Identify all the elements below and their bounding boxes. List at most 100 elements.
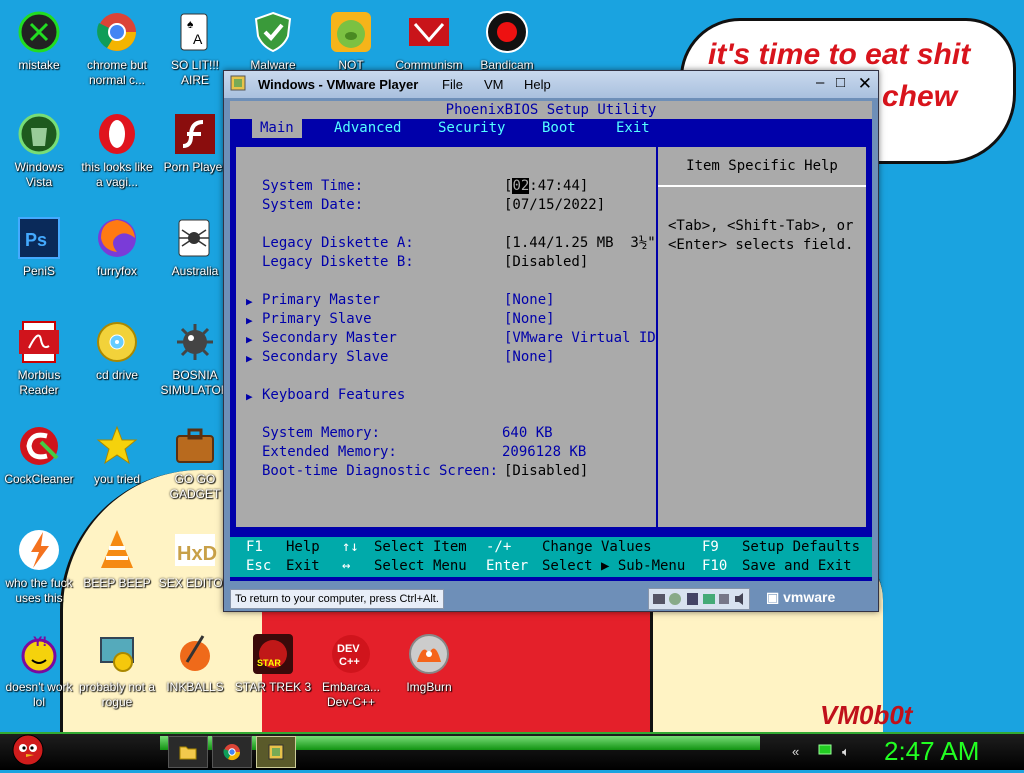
device-icons[interactable] bbox=[648, 588, 750, 610]
time-cursor[interactable]: 02 bbox=[512, 178, 530, 194]
legacy-diskette-a-value[interactable]: [1.44/1.25 MB 3½"] bbox=[504, 234, 664, 253]
vm-guest-screen[interactable]: PhoenixBIOS Setup Utility Main Advanced … bbox=[230, 101, 872, 581]
vmware-player-window[interactable]: Windows - VMware Player File VM Help – □… bbox=[223, 70, 879, 612]
boot-diagnostic-value[interactable]: [Disabled] bbox=[504, 462, 588, 481]
desktop-icon[interactable]: INKBALLS bbox=[156, 632, 234, 695]
desktop-icon[interactable]: this looks like a vagi... bbox=[78, 112, 156, 190]
desktop-icon[interactable]: Windows Vista bbox=[0, 112, 78, 190]
vmware-app-icon[interactable] bbox=[230, 75, 246, 94]
network-icon bbox=[703, 594, 715, 604]
desktop-icon[interactable]: cd drive bbox=[78, 320, 156, 383]
desktop-icon[interactable]: Ps PeniS bbox=[0, 216, 78, 279]
recycle-bin-icon bbox=[17, 112, 61, 156]
firefox-icon bbox=[95, 216, 139, 260]
legacy-diskette-b-value[interactable]: [Disabled] bbox=[504, 253, 588, 272]
vm-titlebar[interactable]: Windows - VMware Player File VM Help – □… bbox=[224, 71, 878, 98]
desktop-icon[interactable]: Communism bbox=[390, 10, 468, 73]
angry-bird-icon bbox=[12, 734, 44, 766]
legacy-diskette-a-label[interactable]: Legacy Diskette A: bbox=[262, 234, 414, 253]
taskbar-clock[interactable]: 2:47 AM bbox=[884, 736, 979, 767]
start-button[interactable] bbox=[8, 728, 48, 768]
desktop-icon[interactable]: Malware bbox=[234, 10, 312, 73]
key-leftright-desc: Select Menu bbox=[374, 558, 467, 574]
shield-icon bbox=[251, 10, 295, 54]
taskbar-chrome[interactable] bbox=[212, 736, 252, 768]
desktop-icon[interactable]: Bandicam bbox=[468, 10, 546, 73]
desktop-icon[interactable]: Y! doesn't work lol bbox=[0, 632, 78, 710]
key-updown-desc: Select Item bbox=[374, 539, 467, 555]
system-time-value[interactable]: [02:47:44] bbox=[504, 177, 588, 196]
desktop-icon[interactable]: CockCleaner bbox=[0, 424, 78, 487]
secondary-slave-value[interactable]: [None] bbox=[504, 348, 555, 367]
vm-status-bar: To return to your computer, press Ctrl+A… bbox=[228, 587, 874, 610]
sound-icon bbox=[735, 593, 743, 605]
cd-icon bbox=[669, 593, 681, 605]
tab-boot[interactable]: Boot bbox=[534, 119, 584, 138]
desktop-icon[interactable]: who the fuck uses this bbox=[0, 528, 78, 606]
key-enter: Enter bbox=[486, 558, 529, 574]
desktop-icon[interactable]: Morbius Reader bbox=[0, 320, 78, 398]
system-time-label[interactable]: System Time: bbox=[262, 177, 363, 196]
bios-title: PhoenixBIOS Setup Utility bbox=[230, 101, 872, 119]
volume-icon[interactable]: 🔈︎ bbox=[842, 744, 850, 760]
desktop-icon[interactable]: ImgBurn bbox=[390, 632, 468, 695]
submenu-arrow-icon: ▶ bbox=[246, 333, 253, 346]
taskbar-explorer[interactable] bbox=[168, 736, 208, 768]
action-center-icon[interactable] bbox=[818, 744, 832, 759]
system-date-label[interactable]: System Date: bbox=[262, 196, 363, 215]
legacy-diskette-b-label[interactable]: Legacy Diskette B: bbox=[262, 253, 414, 272]
bad-piggies-icon bbox=[329, 10, 373, 54]
extended-memory-value: 2096128 KB bbox=[502, 444, 587, 460]
desktop-icon[interactable]: mistake bbox=[0, 10, 78, 73]
svg-text:STAR: STAR bbox=[257, 658, 281, 668]
tab-advanced[interactable]: Advanced bbox=[326, 119, 409, 138]
maximize-icon[interactable]: □ bbox=[836, 74, 845, 91]
primary-master-value[interactable]: [None] bbox=[504, 291, 555, 310]
desktop-icon[interactable]: furryfox bbox=[78, 216, 156, 279]
wallpaper-signature: VM0b0t bbox=[820, 700, 913, 730]
desktop-icon-label: ImgBurn bbox=[406, 680, 452, 694]
show-hidden-icons[interactable]: « bbox=[792, 744, 799, 759]
primary-slave-value[interactable]: [None] bbox=[504, 310, 555, 329]
spider-solitaire-icon bbox=[173, 216, 217, 260]
primary-master-label[interactable]: Primary Master bbox=[262, 291, 380, 310]
minimize-icon[interactable]: – bbox=[816, 74, 824, 91]
desktop-icon-label: chrome but normal c... bbox=[86, 58, 148, 87]
folder-icon bbox=[179, 746, 197, 760]
primary-slave-label[interactable]: Primary Slave bbox=[262, 310, 372, 329]
communism-icon bbox=[407, 10, 451, 54]
extended-memory-label: Extended Memory: bbox=[262, 444, 397, 460]
keyboard-features-label[interactable]: Keyboard Features bbox=[262, 386, 405, 405]
close-icon[interactable]: ✕ bbox=[858, 74, 872, 94]
flash-icon bbox=[173, 112, 217, 156]
secondary-master-label[interactable]: Secondary Master bbox=[262, 329, 397, 348]
control-panel-icon bbox=[95, 632, 139, 676]
desktop-icon[interactable]: probably not a rogue bbox=[78, 632, 156, 710]
photoshop-icon: Ps bbox=[17, 216, 61, 260]
desktop-icon-label: PeniS bbox=[22, 264, 56, 278]
secondary-slave-label[interactable]: Secondary Slave bbox=[262, 348, 388, 367]
key-minusplus: -/+ bbox=[486, 539, 512, 555]
desktop-icon[interactable]: you tried bbox=[78, 424, 156, 487]
bios-main-panel: System Time: [02:47:44] System Date: [07… bbox=[236, 147, 664, 527]
bandicam-icon bbox=[485, 10, 529, 54]
briefcase-icon bbox=[173, 424, 217, 468]
hdd-icon bbox=[653, 594, 665, 604]
boot-diagnostic-label[interactable]: Boot-time Diagnostic Screen: bbox=[262, 462, 498, 481]
secondary-master-value[interactable]: [VMware Virtual ID] bbox=[504, 329, 664, 348]
menu-vm[interactable]: VM bbox=[484, 77, 504, 92]
system-date-value[interactable]: [07/15/2022] bbox=[504, 196, 605, 215]
desktop-icon[interactable]: BEEP BEEP bbox=[78, 528, 156, 591]
menu-file[interactable]: File bbox=[442, 77, 463, 92]
desktop-icon[interactable]: NOT bbox=[312, 10, 390, 73]
tab-security[interactable]: Security bbox=[430, 119, 513, 138]
taskbar-vmware[interactable] bbox=[256, 736, 296, 768]
tab-main[interactable]: Main bbox=[252, 119, 302, 138]
desktop-icon[interactable]: STAR STAR TREK 3 bbox=[234, 632, 312, 695]
desktop-icon[interactable]: DEV C++ Embarca... Dev-C++ bbox=[312, 632, 390, 710]
bios-key-legend: F1 Help ↑↓ Select Item -/+ Change Values… bbox=[230, 537, 872, 577]
desktop-icon[interactable]: chrome but normal c... bbox=[78, 10, 156, 88]
menu-help[interactable]: Help bbox=[524, 77, 551, 92]
usb-icon bbox=[719, 594, 729, 604]
tab-exit[interactable]: Exit bbox=[608, 119, 658, 138]
